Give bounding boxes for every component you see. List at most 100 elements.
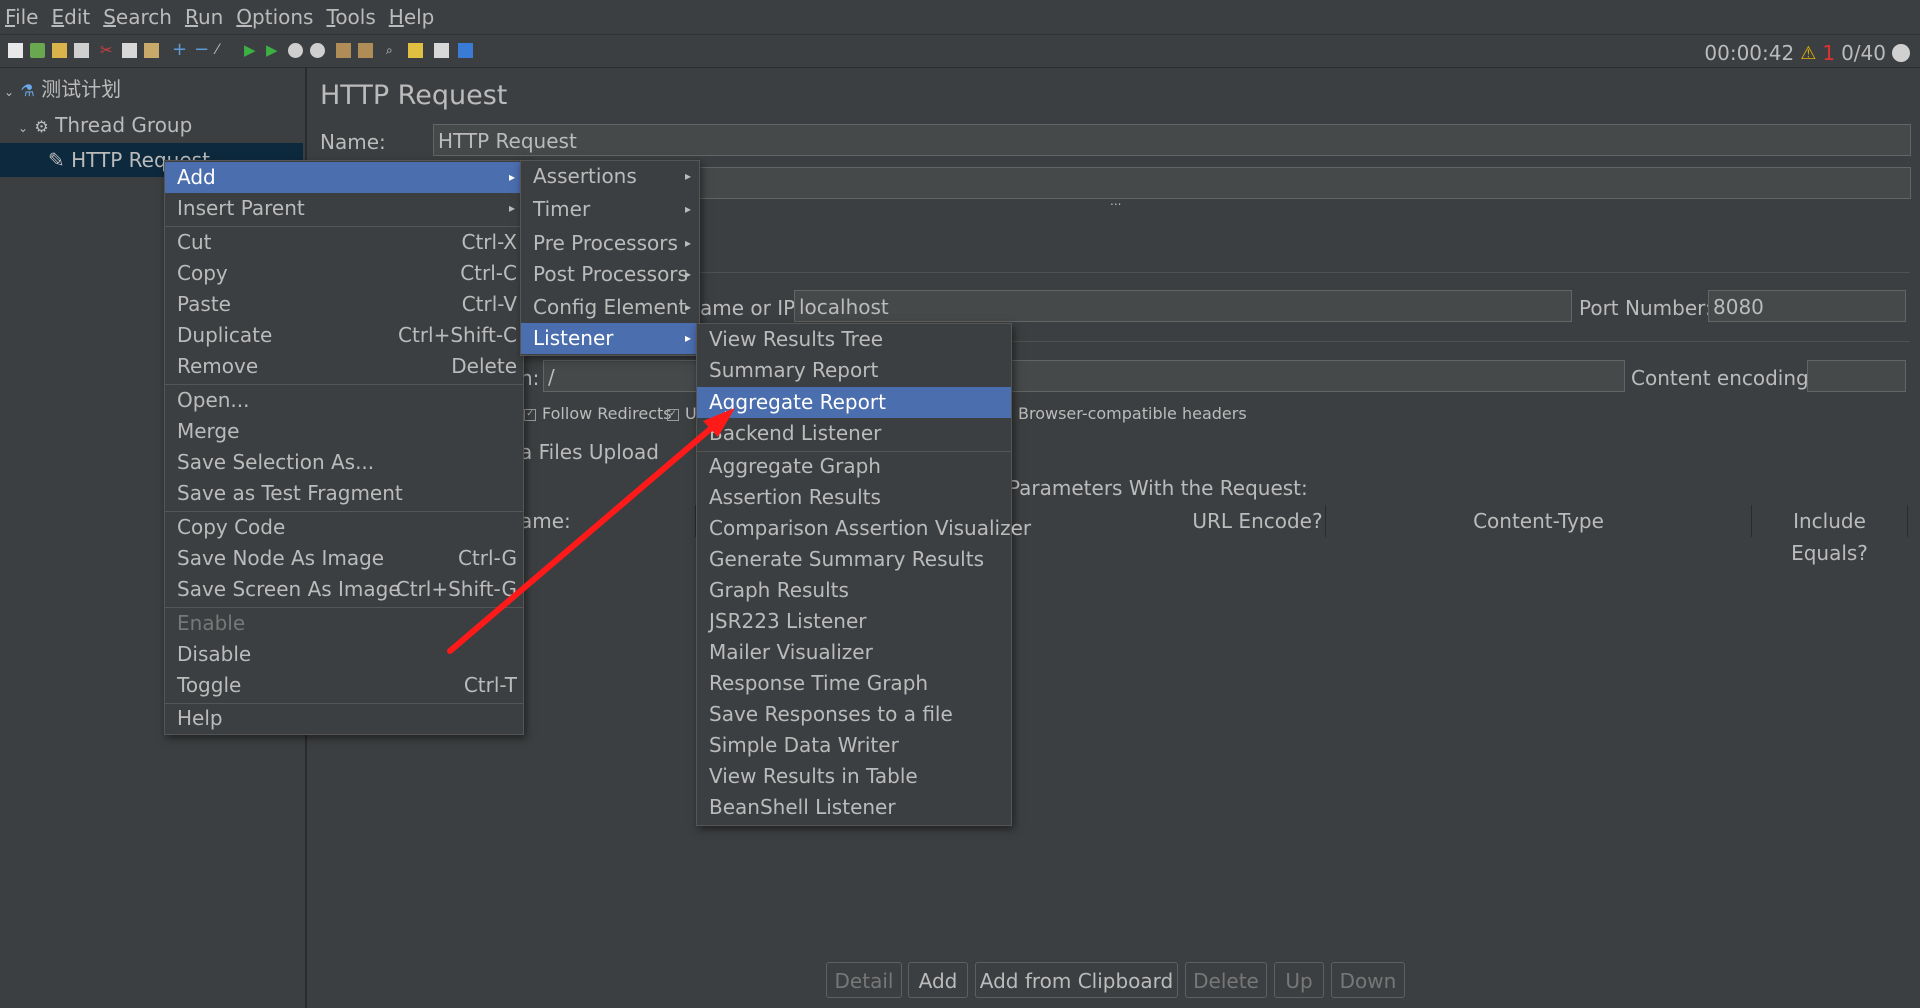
menu-run[interactable]: Run	[180, 5, 231, 29]
submenu-item-listener[interactable]: Listener ▸	[521, 323, 699, 354]
content-encoding-field[interactable]	[1807, 360, 1906, 392]
down-button[interactable]: Down	[1331, 962, 1405, 998]
col-name-header[interactable]: ame:	[520, 505, 696, 537]
menu-item-add[interactable]: Add ▸	[165, 162, 523, 193]
menu-item-help[interactable]: Help	[165, 703, 523, 734]
chevron-right-icon: ▸	[684, 331, 691, 345]
menu-item-open[interactable]: Open...	[165, 385, 523, 416]
menu-item-save-screen-image[interactable]: Save Screen As Image Ctrl+Shift-G	[165, 574, 523, 605]
listener-response-time-graph[interactable]: Response Time Graph	[697, 668, 1011, 699]
name-field[interactable]: HTTP Request	[433, 124, 1911, 156]
menu-item-save-fragment[interactable]: Save as Test Fragment	[165, 478, 523, 509]
clear-icon[interactable]	[336, 43, 351, 58]
use-keepalive-checkbox[interactable]: ✓ U	[667, 404, 697, 423]
listener-jsr223-listener[interactable]: JSR223 Listener	[697, 606, 1011, 637]
follow-redirects-checkbox[interactable]: ✓ Follow Redirects	[524, 404, 672, 423]
listener-save-responses[interactable]: Save Responses to a file	[697, 699, 1011, 730]
listener-view-results-tree[interactable]: View Results Tree	[697, 324, 1011, 355]
menu-options[interactable]: Options	[231, 5, 321, 29]
cut-icon[interactable]: ✂	[100, 43, 115, 58]
menu-item-remove[interactable]: Remove Delete	[165, 351, 523, 382]
menu-item-paste[interactable]: Paste Ctrl-V	[165, 289, 523, 320]
reset-search-icon[interactable]	[408, 43, 423, 58]
listener-graph-results[interactable]: Graph Results	[697, 575, 1011, 606]
menu-edit[interactable]: Edit	[46, 5, 98, 29]
add-from-clipboard-button[interactable]: Add from Clipboard	[975, 962, 1178, 998]
listener-aggregate-graph[interactable]: Aggregate Graph	[697, 451, 1011, 482]
elapsed-timer: 00:00:42	[1704, 41, 1795, 65]
paste-icon[interactable]	[144, 43, 159, 58]
col-content-type-header[interactable]: Content-Type	[1326, 505, 1752, 537]
menu-item-copy-code[interactable]: Copy Code	[165, 512, 523, 543]
menu-item-disable[interactable]: Disable	[165, 639, 523, 670]
copy-icon[interactable]	[122, 43, 137, 58]
tree-node-test-plan[interactable]: ⌄ ⚗ 测试计划	[4, 72, 121, 106]
listener-beanshell-listener[interactable]: BeanShell Listener	[697, 792, 1011, 823]
stop-icon[interactable]	[288, 43, 303, 58]
detail-button[interactable]: Detail	[826, 962, 902, 998]
server-field[interactable]: localhost	[794, 290, 1572, 322]
submenu-item-assertions[interactable]: Assertions ▸	[521, 161, 699, 192]
checkbox-checked-icon[interactable]: ✓	[667, 408, 679, 421]
menu-tools[interactable]: Tools	[321, 5, 383, 29]
menu-item-save-node-image[interactable]: Save Node As Image Ctrl-G	[165, 543, 523, 574]
menu-search[interactable]: Search	[98, 5, 180, 29]
col-urlencode-header[interactable]: URL Encode?	[1190, 505, 1326, 537]
col-include-equals-header[interactable]: Include Equals?	[1752, 505, 1908, 565]
menu-item-enable[interactable]: Enable	[165, 608, 523, 639]
help-icon[interactable]	[458, 43, 473, 58]
listener-comparison-assertion-visualizer[interactable]: Comparison Assertion Visualizer	[697, 513, 1031, 544]
menu-help[interactable]: Help	[384, 5, 443, 29]
submenu-item-timer[interactable]: Timer ▸	[521, 194, 699, 225]
search-icon[interactable]: ⌕	[386, 43, 401, 58]
listener-view-results-table[interactable]: View Results in Table	[697, 761, 1011, 792]
threads-count: 0/40	[1841, 41, 1886, 65]
drag-handle[interactable]: ...	[1110, 194, 1121, 208]
delete-button[interactable]: Delete	[1185, 962, 1267, 998]
listener-backend-listener[interactable]: Backend Listener	[697, 418, 1011, 449]
browser-headers-label[interactable]: Browser-compatible headers	[1018, 404, 1247, 423]
menu-item-toggle[interactable]: Toggle Ctrl-T	[165, 670, 523, 701]
shutdown-icon[interactable]	[310, 43, 325, 58]
submenu-item-post-processors[interactable]: Post Processors ▸	[521, 259, 699, 290]
menu-item-save-selection[interactable]: Save Selection As...	[165, 447, 523, 478]
save-icon[interactable]	[74, 43, 89, 58]
open-icon[interactable]	[52, 43, 67, 58]
templates-icon[interactable]	[30, 43, 45, 58]
submenu-item-config-element[interactable]: Config Element ▸	[521, 292, 699, 323]
listener-assertion-results[interactable]: Assertion Results	[697, 482, 1011, 513]
listener-aggregate-report[interactable]: Aggregate Report	[697, 387, 1011, 418]
menu-item-duplicate[interactable]: Duplicate Ctrl+Shift-C	[165, 320, 523, 351]
comments-field[interactable]	[690, 167, 1911, 199]
chevron-down-icon[interactable]: ⌄	[4, 85, 14, 99]
tree-node-thread-group[interactable]: ⌄ ⚙ Thread Group	[18, 108, 192, 142]
context-menu: Add ▸ Insert Parent ▸ Cut Ctrl-X Copy Ctrl-C…	[164, 160, 524, 735]
menu-item-merge[interactable]: Merge	[165, 416, 523, 447]
function-helper-icon[interactable]	[434, 43, 449, 58]
submenu-item-pre-processors[interactable]: Pre Processors ▸	[521, 228, 699, 259]
listener-mailer-visualizer[interactable]: Mailer Visualizer	[697, 637, 1011, 668]
files-upload-label[interactable]: a Files Upload	[520, 440, 659, 464]
new-icon[interactable]	[8, 43, 23, 58]
collapse-icon[interactable]: −	[194, 41, 209, 59]
clear-all-icon[interactable]	[358, 43, 373, 58]
checkbox-checked-icon[interactable]: ✓	[524, 408, 536, 421]
toggle-icon[interactable]: ⁄	[216, 43, 231, 58]
listener-summary-report[interactable]: Summary Report	[697, 355, 1011, 386]
chevron-down-icon[interactable]: ⌄	[18, 121, 28, 135]
expand-icon[interactable]: +	[172, 41, 187, 59]
warning-count[interactable]: 1	[1822, 41, 1835, 65]
up-button[interactable]: Up	[1274, 962, 1324, 998]
warning-icon[interactable]: ⚠	[1800, 43, 1816, 64]
menu-item-cut[interactable]: Cut Ctrl-X	[165, 227, 523, 258]
menu-item-label: Help	[177, 706, 223, 730]
listener-generate-summary-results[interactable]: Generate Summary Results	[697, 544, 1011, 575]
menu-item-copy[interactable]: Copy Ctrl-C	[165, 258, 523, 289]
port-field[interactable]: 8080	[1708, 290, 1906, 322]
start-icon[interactable]: ▶	[244, 43, 259, 58]
start-no-pause-icon[interactable]: ▶	[266, 43, 281, 58]
add-button[interactable]: Add	[908, 962, 968, 998]
menu-file[interactable]: File	[0, 5, 46, 29]
listener-simple-data-writer[interactable]: Simple Data Writer	[697, 730, 1011, 761]
menu-item-insert-parent[interactable]: Insert Parent ▸	[165, 193, 523, 224]
